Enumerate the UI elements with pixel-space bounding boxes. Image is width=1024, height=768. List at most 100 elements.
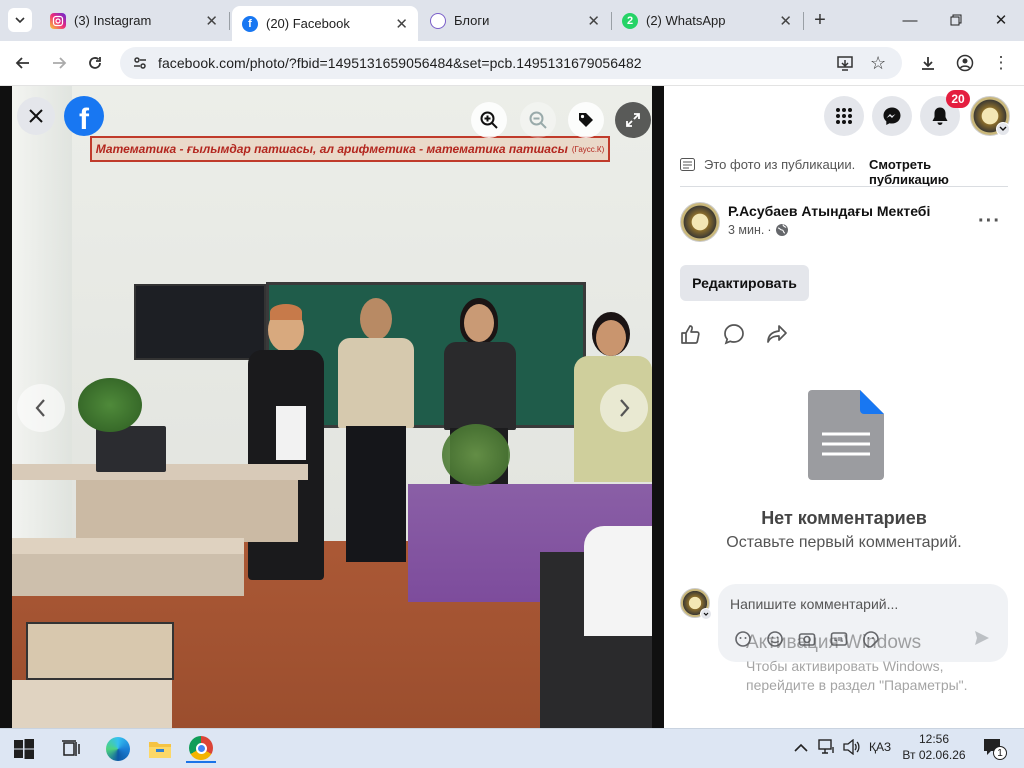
close-viewer-button[interactable] [17, 97, 55, 135]
facebook-logo-icon[interactable]: f [64, 96, 104, 136]
grid-menu-icon [836, 108, 852, 124]
no-comments-subtitle: Оставьте первый комментарий. [726, 534, 962, 551]
like-button[interactable] [680, 323, 702, 350]
close-tab-icon[interactable]: ✕ [395, 15, 408, 33]
no-comments-title: Нет комментариев [761, 508, 927, 528]
student-desk-front [12, 554, 244, 596]
thumbs-up-icon [681, 325, 700, 344]
certificate [276, 406, 306, 460]
tab-title: Блоги [454, 13, 490, 28]
author-name[interactable]: Р.Асубаев Атындағы Мектебі [728, 203, 930, 219]
expand-icon [626, 113, 640, 127]
post-time[interactable]: 3 мин. [728, 223, 764, 237]
person-foreground [584, 526, 652, 636]
author-avatar[interactable] [680, 202, 720, 242]
post-side-panel: 20 Это фото из публикации. Смотреть публ… [664, 86, 1024, 728]
zoom-out-button[interactable] [520, 102, 556, 138]
from-publication-text: Это фото из публикации. [704, 157, 856, 172]
more-menu-icon[interactable]: ⋮ [989, 51, 1013, 75]
downloads-icon[interactable] [916, 51, 940, 75]
globe-icon [775, 224, 788, 236]
tab-blogs[interactable]: Блоги ✕ [420, 6, 610, 35]
tab-whatsapp[interactable]: 2 (2) WhatsApp ✕ [612, 6, 802, 35]
chrome-icon[interactable] [186, 735, 216, 763]
messenger-button[interactable] [872, 96, 912, 136]
wall-banner: Математика - ғылымдар патшасы, ал арифме… [90, 136, 610, 162]
previous-photo-button[interactable] [17, 384, 65, 432]
show-hidden-icons[interactable] [794, 740, 808, 758]
clock-date: Вт 02.06.26 [902, 748, 966, 762]
comment-icon [724, 324, 744, 345]
publication-info-row: Это фото из публикации. Смотреть публика… [680, 156, 1010, 187]
chair [26, 622, 174, 680]
close-tab-icon[interactable]: ✕ [587, 12, 600, 30]
close-icon [29, 109, 43, 123]
new-tab-button[interactable]: + [808, 8, 832, 32]
close-tab-icon[interactable]: ✕ [205, 12, 218, 30]
desk-front [76, 480, 298, 542]
post-options-icon[interactable]: ··· [978, 210, 1001, 233]
account-chevron-icon[interactable] [996, 122, 1010, 136]
restore-icon[interactable] [942, 8, 970, 32]
tab-separator [803, 12, 804, 30]
menu-button[interactable] [824, 96, 864, 136]
tag-photo-button[interactable] [568, 102, 604, 138]
browser-toolbar: facebook.com/photo/?fbid=149513165905648… [0, 41, 1024, 86]
install-app-icon[interactable] [836, 54, 854, 77]
zoom-out-icon [529, 111, 547, 129]
meta-separator: · [767, 223, 772, 237]
plant [78, 378, 142, 432]
comment-input[interactable]: Напишите комментарий... [730, 596, 898, 612]
messenger-icon [883, 107, 901, 125]
student-desk [12, 538, 244, 554]
reload-icon[interactable] [83, 51, 107, 75]
tab-instagram[interactable]: (3) Instagram ✕ [40, 6, 228, 35]
comment-button[interactable] [723, 323, 745, 350]
banner-author: (Гаусс.К) [571, 144, 605, 154]
bell-icon [932, 107, 948, 125]
clock-time: 12:56 [918, 732, 950, 746]
url-text[interactable]: facebook.com/photo/?fbid=149513165905648… [158, 55, 642, 71]
tab-facebook[interactable]: f (20) Facebook ✕ [232, 6, 418, 41]
edit-button[interactable]: Редактировать [680, 265, 809, 301]
clock[interactable]: 12:56 Вт 02.06.26 [900, 732, 968, 762]
zoom-in-button[interactable] [471, 102, 507, 138]
post-photo: Математика - ғылымдар патшасы, ал арифме… [12, 86, 652, 728]
tab-search-button[interactable] [8, 8, 32, 32]
address-bar[interactable]: facebook.com/photo/?fbid=149513165905648… [120, 47, 902, 79]
tab-title: (20) Facebook [266, 16, 350, 31]
windows-start-icon[interactable] [10, 735, 38, 763]
site-settings-icon[interactable] [132, 55, 148, 76]
plant [442, 424, 510, 486]
fullscreen-button[interactable] [615, 102, 651, 138]
file-explorer-icon[interactable] [146, 735, 174, 763]
facebook-icon: f [242, 15, 258, 32]
next-photo-button[interactable] [600, 384, 648, 432]
volume-icon[interactable] [843, 738, 861, 760]
whatsapp-icon: 2 [622, 12, 638, 29]
network-icon[interactable] [818, 739, 836, 760]
browser-tab-strip: (3) Instagram ✕ f (20) Facebook ✕ Блоги … [0, 0, 1024, 41]
tab-title: (3) Instagram [74, 13, 152, 28]
profile-icon[interactable] [953, 51, 977, 75]
close-tab-icon[interactable]: ✕ [779, 12, 792, 30]
share-button[interactable] [766, 323, 788, 350]
edge-icon[interactable] [104, 735, 132, 763]
share-icon [767, 325, 787, 343]
view-publication-link[interactable]: Смотреть публикацию [869, 157, 1010, 187]
close-window-icon[interactable]: ✕ [987, 8, 1015, 32]
language-indicator[interactable]: ҚАЗ [869, 740, 891, 754]
document-icon [808, 390, 884, 485]
bookmark-star-icon[interactable]: ☆ [870, 53, 886, 74]
forward-arrow-icon[interactable] [47, 51, 71, 75]
blog-icon [430, 12, 446, 29]
task-view-icon[interactable] [57, 735, 85, 763]
back-arrow-icon[interactable] [11, 51, 35, 75]
action-center-badge: 1 [993, 746, 1007, 760]
commenter-chevron-icon[interactable] [700, 608, 712, 620]
windows-taskbar: ҚАЗ 12:56 Вт 02.06.26 1 [0, 728, 1024, 768]
minimize-icon[interactable]: — [896, 8, 924, 32]
instagram-icon [50, 12, 66, 29]
action-center-icon[interactable]: 1 [983, 738, 1007, 761]
chevron-down-icon [15, 17, 25, 24]
